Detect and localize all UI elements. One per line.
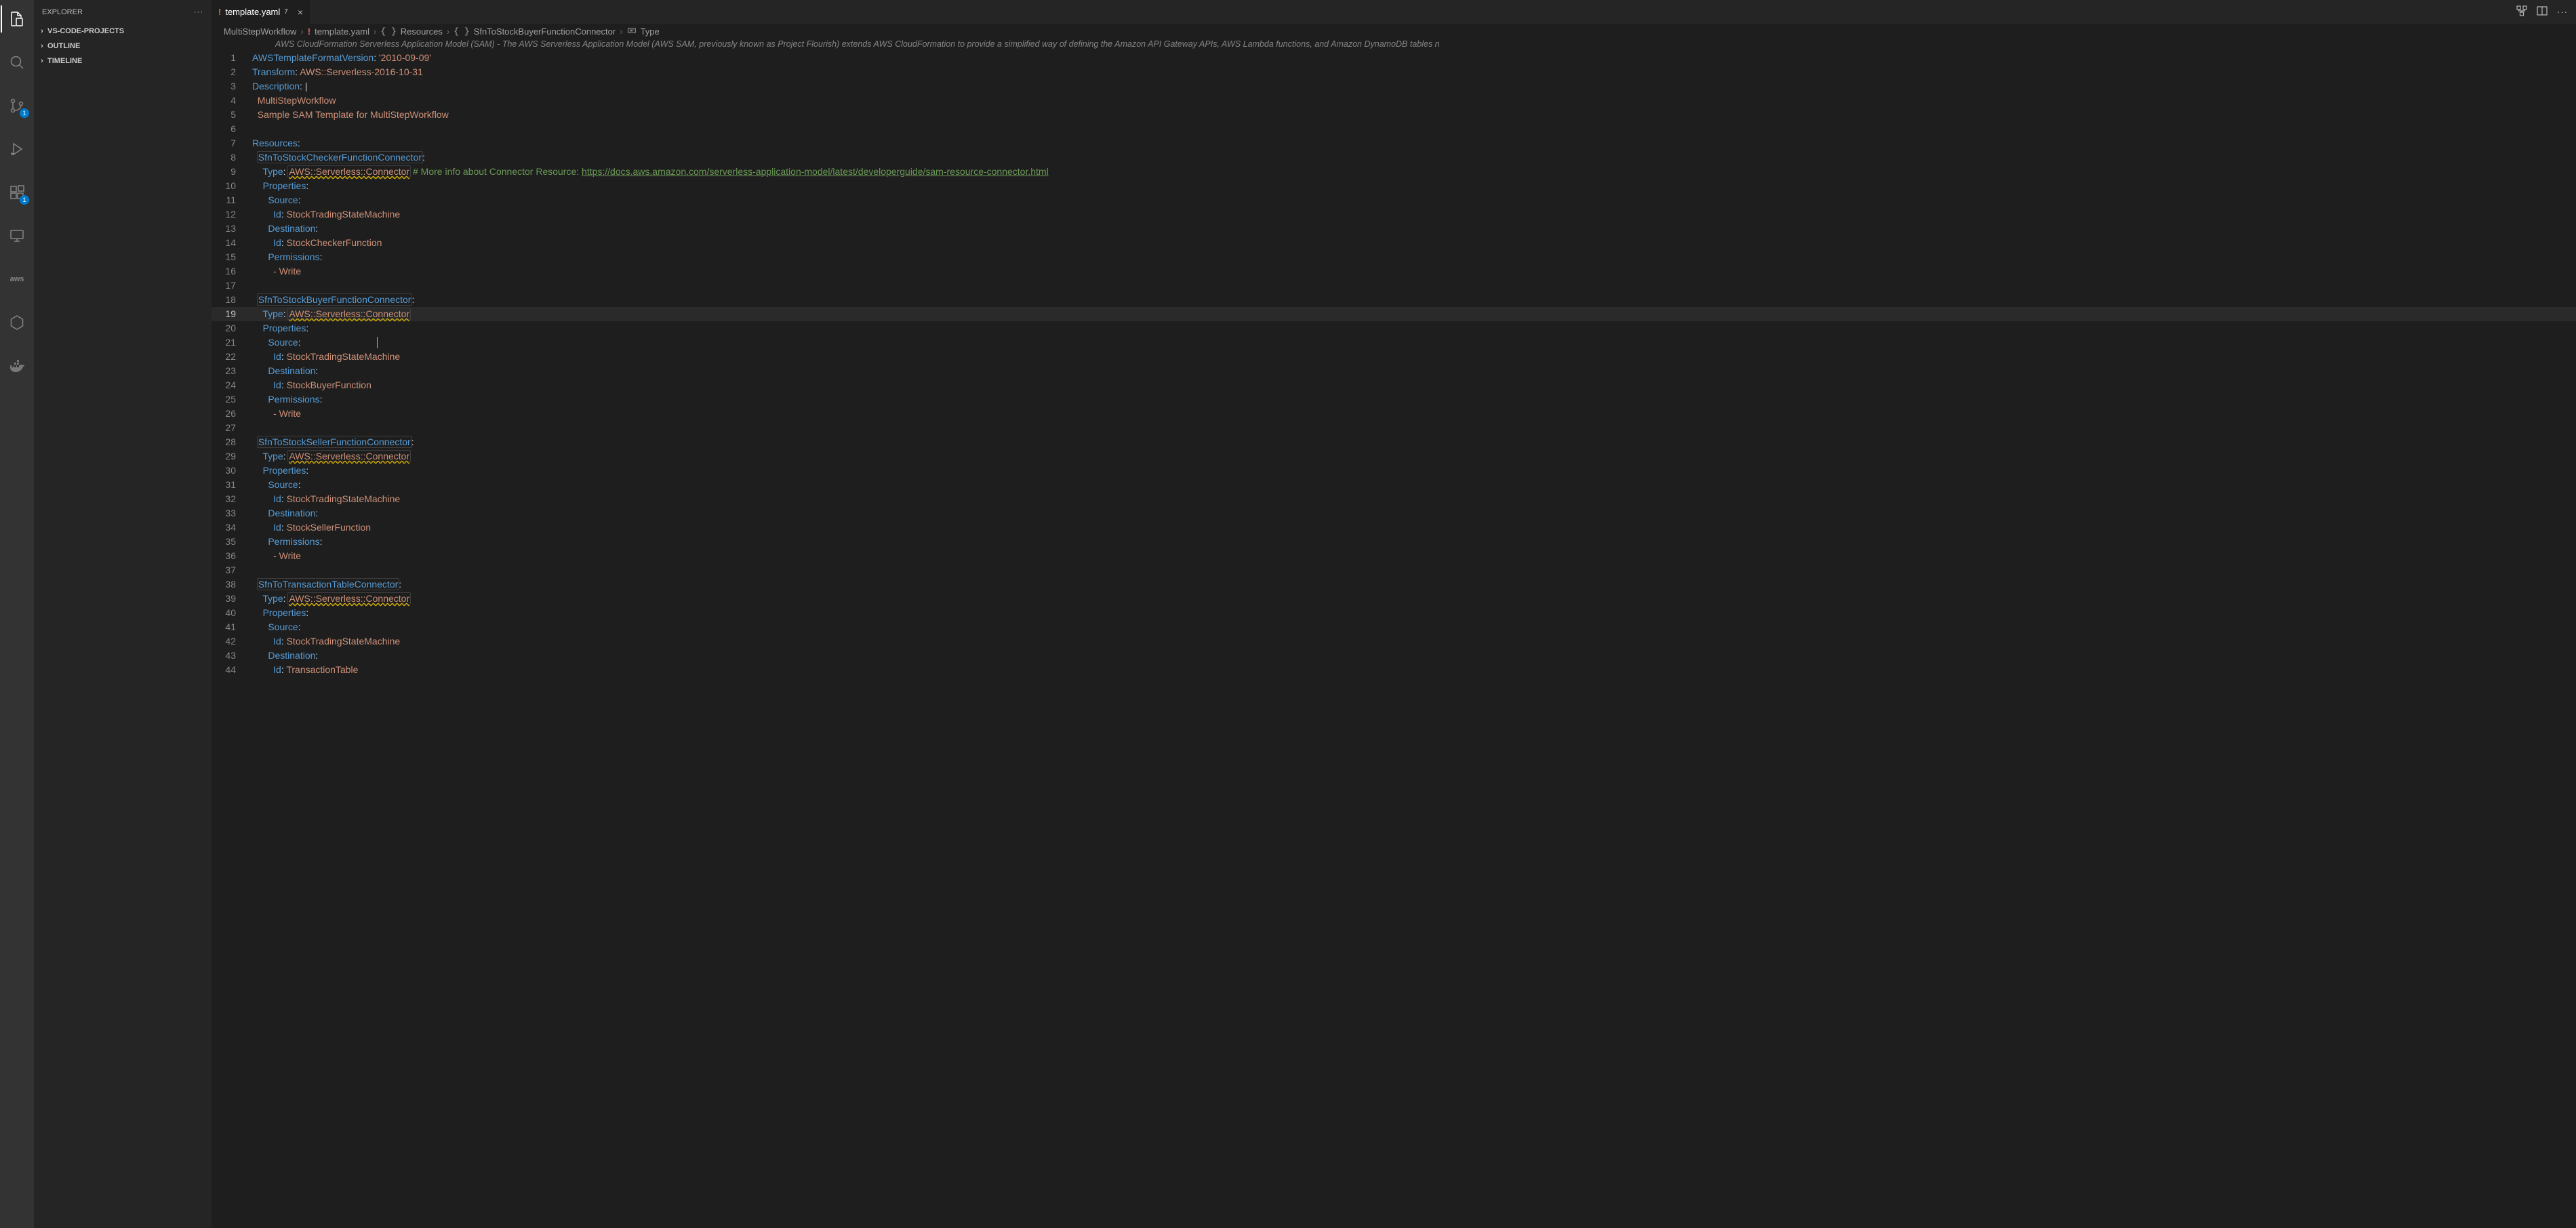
activity-bar: 1 1 aws <box>0 0 34 1228</box>
chevron-right-icon: › <box>37 57 47 65</box>
hex-icon[interactable] <box>1 309 33 336</box>
tab-bar: ! template.yaml 7 × ··· <box>212 0 2576 24</box>
section-label: VS-CODE-PROJECTS <box>47 27 124 35</box>
tab-problems-count: 7 <box>284 8 288 16</box>
symbol-icon <box>627 26 637 37</box>
extensions-icon[interactable]: 1 <box>1 179 33 206</box>
more-icon[interactable]: ··· <box>2557 7 2568 17</box>
bc-node[interactable]: SfnToStockBuyerFunctionConnector <box>474 26 616 37</box>
explorer-icon[interactable] <box>1 5 33 33</box>
debug-icon[interactable] <box>1 136 33 163</box>
schema-hint: AWS CloudFormation Serverless Applicatio… <box>212 39 2576 51</box>
workflow-icon[interactable] <box>2516 5 2527 18</box>
split-editor-icon[interactable] <box>2537 5 2548 18</box>
chevron-right-icon: › <box>37 42 47 50</box>
chevron-right-icon: › <box>374 26 376 37</box>
side-panel: EXPLORER ··· › VS-CODE-PROJECTS › OUTLIN… <box>34 0 212 1228</box>
bc-file[interactable]: template.yaml <box>315 26 369 37</box>
close-icon[interactable]: × <box>298 7 303 18</box>
tab-filename: template.yaml <box>225 7 280 17</box>
braces-icon: { } <box>380 26 396 37</box>
editor-cursor <box>377 337 378 348</box>
section-outline[interactable]: › OUTLINE <box>34 39 212 54</box>
chevron-right-icon: › <box>620 26 622 37</box>
yaml-file-icon: ! <box>308 26 310 37</box>
extensions-badge: 1 <box>20 195 29 205</box>
yaml-file-icon: ! <box>218 7 221 17</box>
chevron-right-icon: › <box>300 26 303 37</box>
section-label: OUTLINE <box>47 42 80 50</box>
bc-folder[interactable]: MultiStepWorkflow <box>224 26 296 37</box>
explorer-title: EXPLORER <box>42 8 83 16</box>
explorer-more-icon[interactable]: ··· <box>194 8 203 16</box>
bc-node[interactable]: Type <box>641 26 660 37</box>
section-timeline[interactable]: › TIMELINE <box>34 54 212 68</box>
explorer-header: EXPLORER ··· <box>34 0 212 24</box>
remote-icon[interactable] <box>1 222 33 249</box>
bc-node[interactable]: Resources <box>401 26 443 37</box>
source-control-icon[interactable]: 1 <box>1 92 33 119</box>
code-area[interactable]: 1AWSTemplateFormatVersion: '2010-09-09' … <box>212 51 2576 677</box>
search-icon[interactable] <box>1 49 33 76</box>
section-projects[interactable]: › VS-CODE-PROJECTS <box>34 24 212 39</box>
editor-actions: ··· <box>2516 0 2576 24</box>
docker-icon[interactable] <box>1 352 33 380</box>
schema-hint-text: AWS CloudFormation Serverless Applicatio… <box>275 39 1440 49</box>
aws-icon[interactable]: aws <box>1 266 33 293</box>
tab-template-yaml[interactable]: ! template.yaml 7 × <box>212 0 310 24</box>
editor-group: ! template.yaml 7 × ··· MultiStepWorkflo… <box>212 0 2576 1228</box>
breadcrumb[interactable]: MultiStepWorkflow › ! template.yaml › { … <box>212 24 2576 39</box>
chevron-right-icon: › <box>37 27 47 35</box>
section-label: TIMELINE <box>47 57 82 65</box>
source-control-badge: 1 <box>20 108 29 118</box>
braces-icon: { } <box>454 26 469 37</box>
chevron-right-icon: › <box>447 26 449 37</box>
